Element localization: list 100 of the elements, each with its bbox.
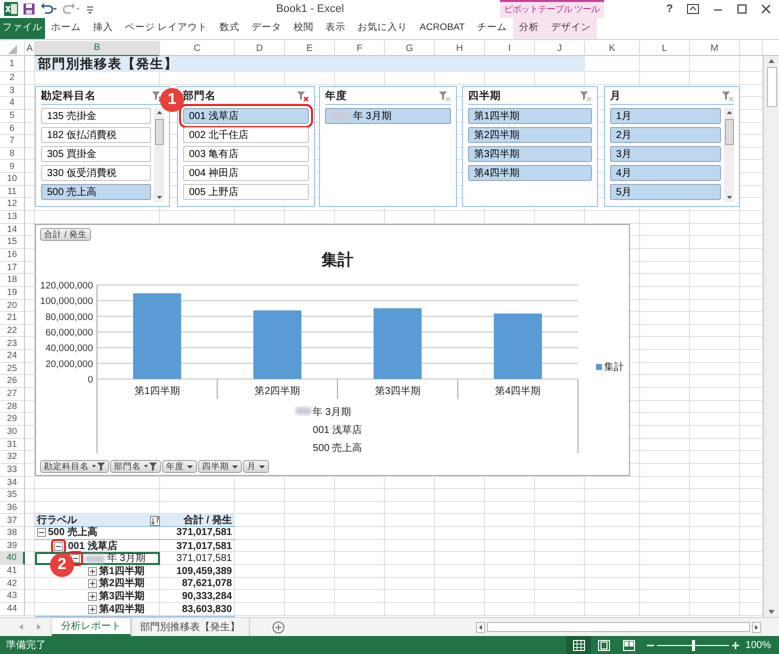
slicer-item[interactable]: 第3四半期 — [468, 146, 592, 162]
row-header[interactable]: 38 — [0, 527, 25, 540]
add-sheet-icon[interactable] — [272, 621, 285, 634]
row-header[interactable]: 21 — [0, 312, 25, 325]
field-button[interactable]: 四半期 — [198, 460, 242, 472]
scroll-up-icon[interactable] — [767, 57, 776, 65]
slicer-item[interactable]: 305 買掛金 — [41, 146, 151, 162]
slider-thumb[interactable] — [692, 640, 696, 650]
row-header[interactable]: 28 — [0, 400, 25, 414]
scrollbar-thumb[interactable] — [766, 67, 776, 107]
clear-filter-icon[interactable] — [439, 90, 451, 102]
row-header[interactable]: 6 — [0, 122, 25, 136]
scroll-right-icon[interactable] — [752, 622, 761, 632]
slicer-item[interactable]: 4月 — [610, 165, 721, 181]
maximize-icon[interactable] — [737, 4, 747, 14]
slicer-item[interactable]: 003 亀有店 — [183, 146, 309, 162]
ribbon-display-icon[interactable] — [687, 4, 699, 14]
row-header[interactable]: 12 — [0, 198, 25, 212]
row-header[interactable]: 7 — [0, 135, 25, 148]
row-header[interactable]: 10 — [0, 173, 25, 186]
field-button[interactable]: 年度 — [162, 460, 197, 472]
row-header[interactable]: 8 — [0, 148, 25, 160]
clear-filter-icon[interactable] — [722, 90, 734, 102]
horizontal-scrollbar[interactable] — [487, 622, 750, 632]
slicer-item[interactable]: 第1四半期 — [468, 108, 592, 124]
ribbon-tab[interactable]: 分析 — [512, 18, 545, 39]
slicer-scrollbar[interactable] — [724, 108, 734, 202]
vertical-scrollbar[interactable] — [763, 56, 779, 617]
row-header[interactable]: 20 — [0, 300, 25, 312]
row-header[interactable]: 30 — [0, 426, 25, 439]
row-header[interactable]: 2 — [0, 72, 25, 85]
expand-icon[interactable] — [88, 566, 97, 576]
row-header[interactable]: 11 — [0, 186, 25, 198]
clear-filter-icon[interactable] — [297, 90, 309, 102]
page-layout-icon[interactable] — [598, 640, 610, 650]
ribbon-tab[interactable]: 校閲 — [288, 18, 320, 39]
customize-icon[interactable] — [86, 4, 94, 14]
ribbon-tab[interactable]: デザイン — [544, 18, 597, 39]
row-header[interactable]: 32 — [0, 451, 25, 464]
row-header[interactable]: 26 — [0, 375, 25, 388]
ribbon-tab[interactable]: 挿入 — [87, 18, 119, 39]
slicer-item[interactable]: 1月 — [610, 108, 721, 124]
field-button[interactable]: 部門名 — [110, 460, 161, 472]
zoom-in-icon[interactable] — [732, 642, 740, 648]
row-header[interactable]: 37 — [0, 514, 25, 528]
scroll-down-icon[interactable] — [726, 195, 732, 200]
slicer-item[interactable]: 第4四半期 — [468, 165, 592, 181]
ribbon-tab[interactable]: 数式 — [214, 18, 246, 39]
row-header[interactable]: 5 — [0, 110, 25, 123]
slicer-item[interactable]: 004 神田店 — [183, 165, 309, 181]
slicer-item[interactable]: 182 仮払消費税 — [41, 127, 151, 143]
row-header[interactable]: 16 — [0, 248, 25, 262]
row-header[interactable]: 17 — [0, 262, 25, 274]
row-header[interactable]: 22 — [0, 324, 25, 338]
ribbon-tab[interactable]: ACROBAT — [414, 18, 471, 39]
slicer-item[interactable]: 005 上野店 — [183, 184, 309, 200]
row-header[interactable]: 25 — [0, 362, 25, 376]
row-header[interactable]: 44 — [0, 602, 25, 616]
row-header[interactable]: 41 — [0, 564, 25, 578]
field-button[interactable]: 勘定科目名 — [40, 460, 109, 472]
close-icon[interactable] — [761, 4, 771, 14]
row-header[interactable]: 3 — [0, 84, 25, 98]
zoom-level[interactable]: 100% — [745, 638, 779, 652]
normal-view-button[interactable] — [566, 636, 592, 654]
sheet-tab[interactable]: 分析レポート — [52, 618, 131, 636]
row-header[interactable]: 40 — [0, 552, 25, 565]
row-header[interactable]: 13 — [0, 211, 25, 224]
ribbon-tab[interactable]: データ — [246, 18, 288, 39]
slicer-item[interactable]: 330 仮受消費税 — [41, 165, 151, 181]
row-header[interactable]: 1 — [0, 56, 25, 72]
row-header[interactable]: 24 — [0, 350, 25, 363]
row-header[interactable]: 35 — [0, 489, 25, 502]
row-header[interactable]: 14 — [0, 224, 25, 236]
filter-icon[interactable] — [144, 462, 157, 470]
ribbon-tab[interactable]: ファイル — [0, 18, 45, 39]
row-header[interactable]: 4 — [0, 97, 25, 110]
row-header[interactable]: 18 — [0, 274, 25, 287]
row-header[interactable]: 34 — [0, 476, 25, 490]
row-header[interactable]: 42 — [0, 578, 25, 590]
slicer-item[interactable]: 002 北千住店 — [183, 127, 309, 143]
page-break-icon[interactable] — [622, 640, 635, 650]
slicer-scrollbar[interactable] — [154, 108, 164, 202]
collapse-icon[interactable] — [54, 542, 63, 551]
slicer-item[interactable]: 年 3月期 — [325, 108, 451, 124]
row-header[interactable]: 31 — [0, 438, 25, 452]
slicer-item[interactable]: 135 売掛金 — [41, 108, 151, 124]
row-header[interactable]: 15 — [0, 236, 25, 249]
ribbon-tab[interactable]: チーム — [470, 18, 513, 39]
collapse-icon[interactable] — [37, 528, 46, 538]
expand-icon[interactable] — [88, 579, 97, 588]
row-header[interactable]: 27 — [0, 388, 25, 401]
row-header[interactable]: 33 — [0, 464, 25, 476]
sort-filter-icon[interactable] — [150, 516, 160, 526]
collapse-icon[interactable] — [71, 554, 80, 564]
ribbon-tab[interactable]: ホーム — [45, 18, 87, 39]
row-header[interactable]: 29 — [0, 413, 25, 426]
normal-view-icon[interactable] — [572, 640, 585, 650]
slicer-item[interactable]: 500 売上高 — [41, 184, 151, 200]
row-header[interactable]: 43 — [0, 590, 25, 603]
ribbon-tab[interactable]: 表示 — [320, 18, 352, 39]
